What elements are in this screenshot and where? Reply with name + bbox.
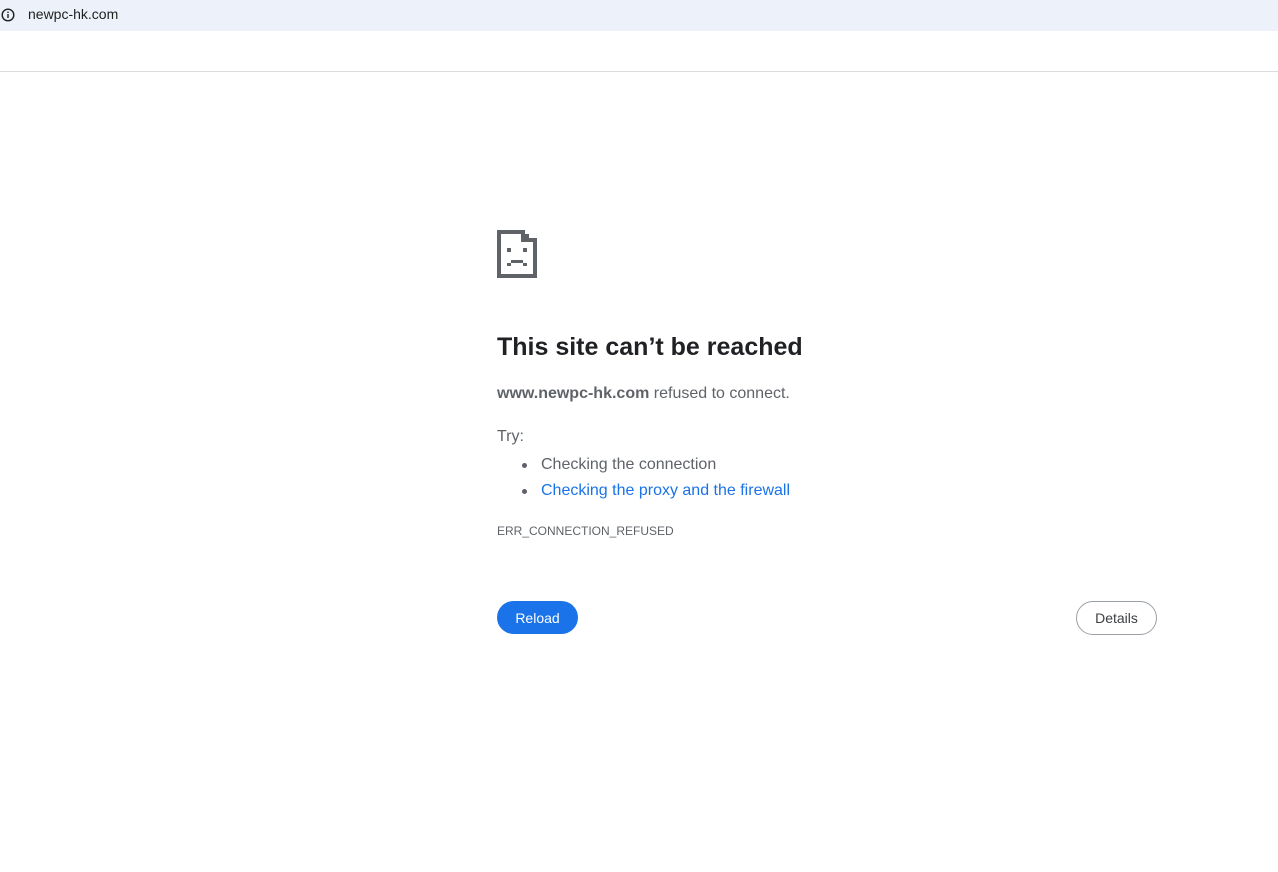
browser-toolbar-strip bbox=[0, 31, 1278, 72]
error-summary-text: refused to connect. bbox=[649, 385, 790, 402]
address-bar[interactable]: newpc-hk.com bbox=[0, 0, 1278, 31]
error-heading: This site can’t be reached bbox=[497, 333, 803, 361]
url-text[interactable]: newpc-hk.com bbox=[28, 5, 118, 23]
details-button[interactable]: Details bbox=[1076, 601, 1157, 635]
proxy-firewall-link[interactable]: Checking the proxy and the firewall bbox=[541, 482, 790, 499]
error-host: www.newpc-hk.com bbox=[497, 385, 650, 402]
info-circle-icon[interactable] bbox=[1, 8, 15, 22]
reload-button[interactable]: Reload bbox=[497, 601, 578, 634]
bullet-icon bbox=[522, 463, 527, 468]
error-summary: www.newpc-hk.com refused to connect. bbox=[497, 383, 790, 405]
try-label: Try: bbox=[497, 428, 524, 445]
bullet-icon bbox=[522, 489, 527, 494]
suggestions-list: Checking the connection Checking the pro… bbox=[497, 452, 790, 504]
suggestion-check-proxy-firewall: Checking the proxy and the firewall bbox=[497, 478, 790, 504]
error-code: ERR_CONNECTION_REFUSED bbox=[497, 524, 674, 538]
suggestion-check-connection: Checking the connection bbox=[497, 452, 790, 478]
sad-page-icon bbox=[497, 230, 537, 278]
suggestion-label: Checking the connection bbox=[541, 456, 717, 473]
